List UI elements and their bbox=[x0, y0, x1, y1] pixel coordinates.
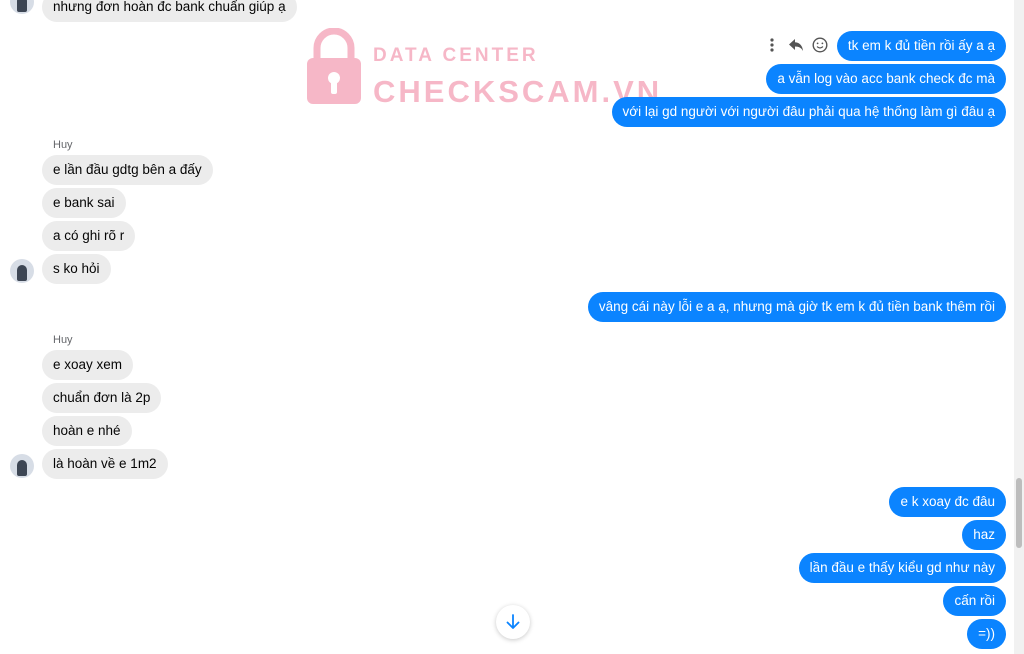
arrow-down-icon bbox=[506, 614, 520, 629]
scroll-to-bottom-button[interactable] bbox=[496, 605, 530, 639]
avatar[interactable] bbox=[10, 0, 34, 14]
scrollbar[interactable] bbox=[1014, 0, 1024, 654]
lock-icon bbox=[307, 28, 361, 104]
outgoing-message[interactable]: =)) bbox=[967, 619, 1006, 649]
conversation-thread[interactable]: nhưng đơn hoàn đc bank chuẩn giúp ạ DATA… bbox=[0, 0, 1014, 654]
incoming-message[interactable]: s ko hỏi bbox=[42, 254, 111, 284]
watermark-line1: DATA CENTER bbox=[373, 45, 539, 66]
outgoing-message[interactable]: e k xoay đc đâu bbox=[889, 487, 1006, 517]
reply-icon[interactable] bbox=[788, 36, 804, 54]
outgoing-message[interactable]: lần đầu e thấy kiểu gd như này bbox=[798, 553, 1006, 583]
avatar[interactable] bbox=[10, 454, 34, 478]
incoming-message[interactable]: hoàn e nhé bbox=[42, 416, 132, 446]
outgoing-message[interactable]: cấn rồi bbox=[943, 586, 1006, 616]
outgoing-message[interactable]: haz bbox=[962, 520, 1006, 550]
avatar[interactable] bbox=[10, 259, 34, 283]
outgoing-message[interactable]: với lại gd người với người đâu phải qua … bbox=[611, 97, 1006, 127]
sender-name: Huy bbox=[53, 139, 73, 151]
incoming-message[interactable]: e bank sai bbox=[42, 188, 126, 218]
outgoing-message[interactable]: vâng cái này lỗi e a ạ, nhưng mà giờ tk … bbox=[587, 292, 1006, 322]
outgoing-message[interactable]: tk em k đủ tiền rồi ấy a ạ bbox=[836, 31, 1006, 61]
sender-name: Huy bbox=[53, 334, 73, 346]
incoming-message[interactable]: chuẩn đơn là 2p bbox=[42, 383, 162, 413]
incoming-message[interactable]: nhưng đơn hoàn đc bank chuẩn giúp ạ bbox=[42, 0, 297, 22]
incoming-message[interactable]: a có ghi rõ r bbox=[42, 221, 136, 251]
outgoing-message[interactable]: a vẫn log vào acc bank check đc mà bbox=[766, 64, 1006, 94]
smiley-icon[interactable] bbox=[812, 36, 828, 54]
incoming-message[interactable]: e lần đầu gdtg bên a đấy bbox=[42, 155, 213, 185]
watermark: DATA CENTER CHECKSCAM.VN bbox=[305, 28, 659, 109]
scrollbar-thumb[interactable] bbox=[1016, 478, 1022, 548]
incoming-message[interactable]: là hoàn về e 1m2 bbox=[42, 449, 168, 479]
message-actions bbox=[764, 36, 828, 54]
incoming-message[interactable]: e xoay xem bbox=[42, 350, 134, 380]
more-vertical-icon[interactable] bbox=[764, 36, 780, 54]
